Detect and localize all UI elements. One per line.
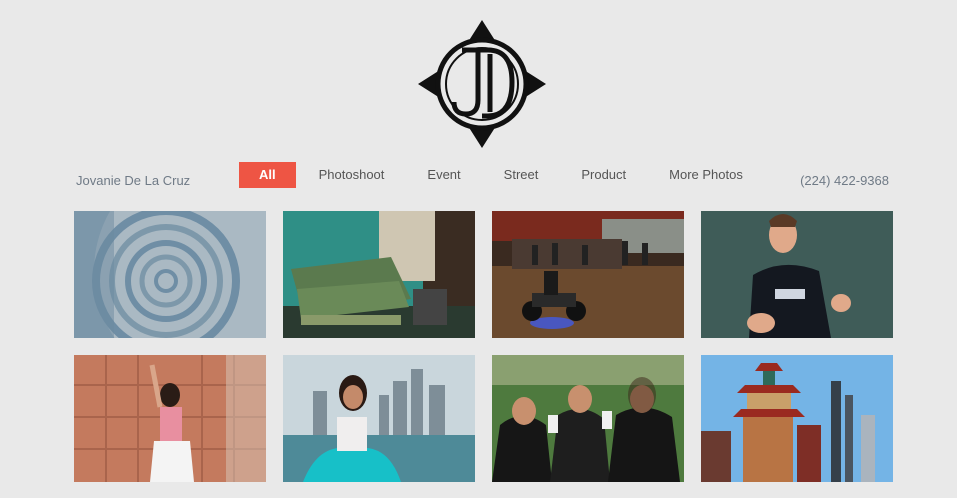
portfolio-grid bbox=[74, 211, 893, 482]
filter-photoshoot[interactable]: Photoshoot bbox=[305, 162, 399, 188]
filter-product[interactable]: Product bbox=[567, 162, 640, 188]
owner-name: Jovanie De La Cruz bbox=[76, 173, 191, 188]
filter-street[interactable]: Street bbox=[490, 162, 553, 188]
jd-logo-icon[interactable] bbox=[416, 18, 548, 150]
portfolio-thumb[interactable] bbox=[492, 211, 684, 338]
portfolio-thumb[interactable] bbox=[701, 355, 893, 482]
portfolio-thumb[interactable] bbox=[701, 211, 893, 338]
portfolio-thumb[interactable] bbox=[492, 355, 684, 482]
portfolio-thumb[interactable] bbox=[283, 211, 475, 338]
portfolio-thumb[interactable] bbox=[74, 355, 266, 482]
filter-all[interactable]: All bbox=[239, 162, 296, 188]
filter-more-photos[interactable]: More Photos bbox=[655, 162, 757, 188]
phone-number: (224) 422-9368 bbox=[800, 173, 889, 188]
portfolio-thumb[interactable] bbox=[283, 355, 475, 482]
filter-event[interactable]: Event bbox=[413, 162, 474, 188]
portfolio-thumb[interactable] bbox=[74, 211, 266, 338]
category-filter-nav: All Photoshoot Event Street Product More… bbox=[239, 162, 757, 188]
